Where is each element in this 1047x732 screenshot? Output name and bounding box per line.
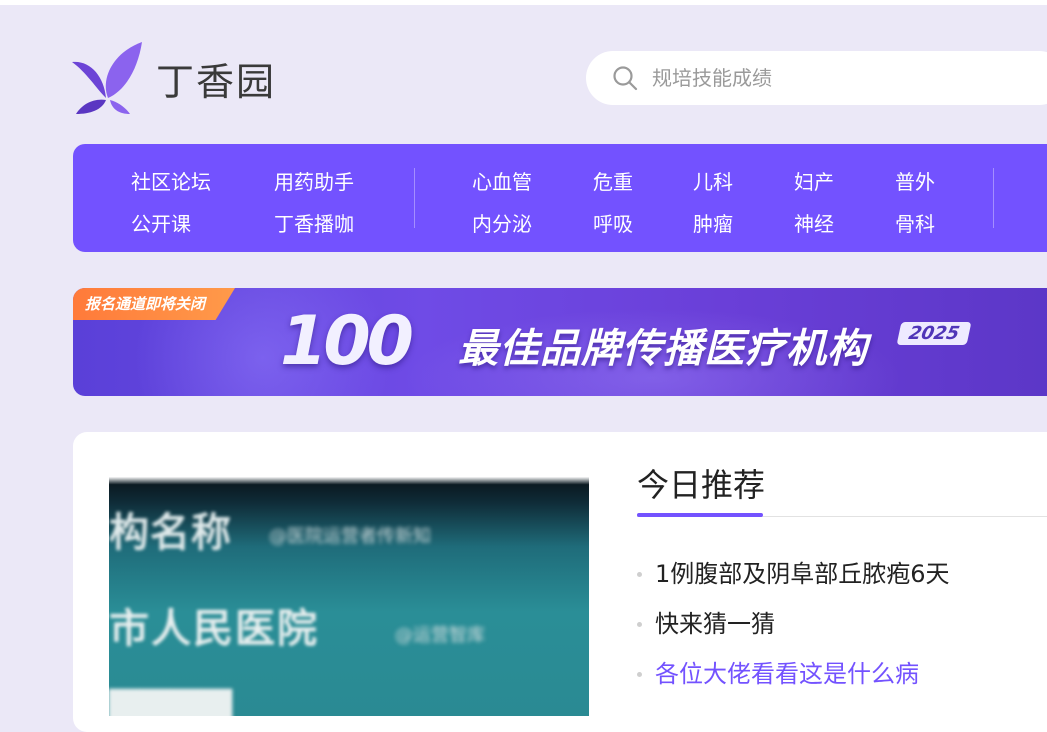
- banner-title: 最佳品牌传播医疗机构: [458, 326, 868, 372]
- nav-dxy-podcast[interactable]: 丁香播咖: [274, 208, 354, 237]
- search-icon: [613, 66, 638, 91]
- nav-cardiology[interactable]: 心血管: [472, 166, 532, 195]
- recommend-underline: [637, 513, 763, 517]
- image-text: @运营智库: [395, 625, 485, 646]
- search-input[interactable]: [650, 65, 1014, 91]
- site-logo[interactable]: 丁香园: [72, 42, 276, 114]
- nav-divider: [993, 168, 994, 228]
- nav-oncology[interactable]: 肿瘤: [693, 208, 733, 237]
- image-text: 市人民医院: [109, 606, 319, 652]
- nav-endocrinology[interactable]: 内分泌: [472, 208, 532, 237]
- top-strip: [0, 0, 1047, 5]
- nav-drug-assistant[interactable]: 用药助手: [274, 166, 354, 195]
- nav-open-course[interactable]: 公开课: [131, 208, 191, 237]
- recommend-title: 今日推荐: [637, 466, 766, 504]
- registration-badge: 报名通道即将关闭: [73, 288, 236, 320]
- main-nav: 社区论坛 用药助手 公开课 丁香播咖 心血管 危重 儿科 妇产 普外 内分泌 呼…: [73, 144, 1047, 252]
- search-box[interactable]: [586, 51, 1047, 105]
- list-item[interactable]: 各位大佬看看这是什么病: [637, 654, 950, 704]
- lilac-logo-icon: [72, 42, 142, 114]
- nav-critical-care[interactable]: 危重: [593, 166, 633, 195]
- nav-general-surgery[interactable]: 普外: [895, 166, 935, 195]
- banner-year: 2025: [896, 322, 972, 345]
- list-item[interactable]: 1例腹部及阴阜部丘脓疱6天: [637, 554, 950, 604]
- image-text: @医院运营者传新知: [269, 526, 431, 547]
- nav-community-forum[interactable]: 社区论坛: [131, 166, 211, 195]
- nav-neurology[interactable]: 神经: [794, 208, 834, 237]
- recommend-list: 1例腹部及阴阜部丘脓疱6天 快来猜一猜 各位大佬看看这是什么病: [637, 554, 950, 704]
- promo-banner[interactable]: 报名通道即将关闭 100 最佳品牌传播医疗机构 2025: [73, 288, 1047, 396]
- nav-respiratory[interactable]: 呼吸: [593, 208, 633, 237]
- image-text: ▇▇▇▇: [109, 684, 233, 716]
- nav-pediatrics[interactable]: 儿科: [693, 166, 733, 195]
- logo-text: 丁香园: [156, 59, 277, 104]
- list-item[interactable]: 快来猜一猜: [637, 604, 950, 654]
- image-text: 构名称: [109, 510, 232, 556]
- content-card: 构名称 @医院运营者传新知 市人民医院 @运营智库 ▇▇▇▇ 今日推荐 1例腹部…: [73, 432, 1047, 732]
- featured-image[interactable]: 构名称 @医院运营者传新知 市人民医院 @运营智库 ▇▇▇▇: [109, 456, 589, 716]
- nav-obgyn[interactable]: 妇产: [794, 166, 834, 195]
- nav-divider: [414, 168, 415, 228]
- nav-orthopedics[interactable]: 骨科: [895, 208, 935, 237]
- banner-number: 100: [280, 302, 414, 381]
